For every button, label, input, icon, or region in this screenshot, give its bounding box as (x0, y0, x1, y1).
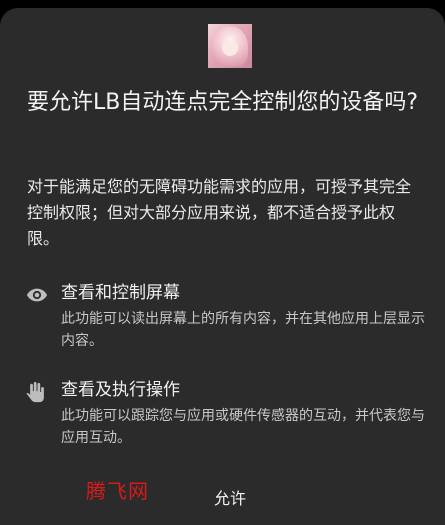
permission-detail: 此功能可以读出屏幕上的所有内容，并在其他应用上层显示内容。 (61, 311, 425, 349)
app-icon (208, 24, 252, 68)
eye-icon (26, 284, 48, 306)
accessibility-permission-dialog: 要允许LB自动连点完全控制您的设备吗? 对于能满足您的无障碍功能需求的应用，可授… (0, 8, 445, 525)
allow-button[interactable]: 允许 (195, 484, 265, 514)
app-icon-character-face (222, 40, 238, 56)
watermark-text: 腾飞网 (86, 479, 149, 503)
dialog-description: 对于能满足您的无障碍功能需求的应用，可授予其完全控制权限；但对大部分应用来说，都… (27, 177, 412, 248)
permission-label: 查看及执行操作 (61, 380, 180, 400)
hand-icon (26, 381, 48, 403)
permission-detail: 此功能可以跟踪您与应用或硬件传感器的互动，并代表您与应用互动。 (61, 408, 425, 446)
dialog-title: 要允许LB自动连点完全控制您的设备吗? (26, 90, 419, 115)
permission-label: 查看和控制屏幕 (61, 283, 180, 303)
